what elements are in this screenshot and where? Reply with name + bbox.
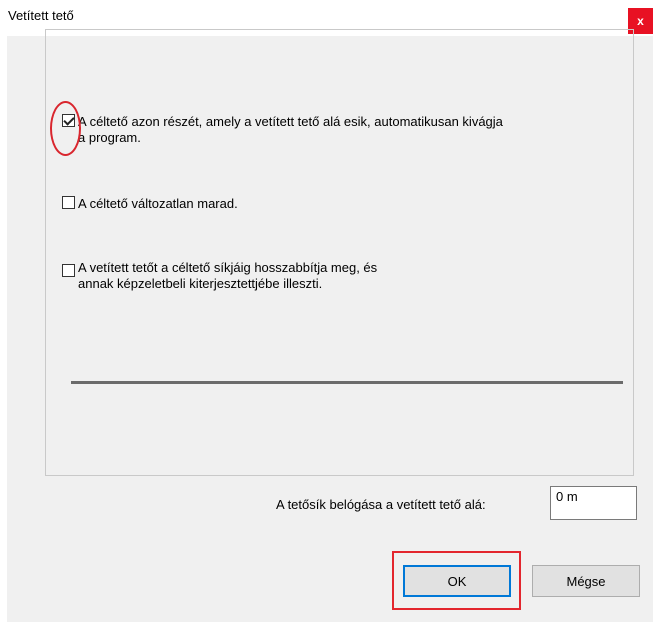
- checkbox-unchanged[interactable]: [62, 196, 75, 209]
- option-unchanged[interactable]: A céltető változatlan marad.: [62, 196, 238, 212]
- option-extend-label: A vetített tetőt a céltető síkjáig hossz…: [78, 260, 378, 291]
- option-extend[interactable]: A vetített tetőt a céltető síkjáig hossz…: [62, 260, 377, 292]
- annotation-circle: [50, 101, 81, 156]
- separator-line: [71, 381, 623, 384]
- cancel-button[interactable]: Mégse: [532, 565, 640, 597]
- option-auto-cut-label: A céltető azon részét, amely a vetített …: [78, 114, 503, 145]
- checkbox-extend[interactable]: [62, 264, 75, 277]
- ok-button[interactable]: OK: [403, 565, 511, 597]
- option-unchanged-label: A céltető változatlan marad.: [78, 196, 238, 211]
- option-auto-cut[interactable]: A céltető azon részét, amely a vetített …: [62, 114, 503, 146]
- window-title: Vetített tető: [8, 8, 74, 23]
- depth-input[interactable]: 0 m: [550, 486, 637, 520]
- options-group: [45, 29, 634, 476]
- depth-label: A tetősík belógása a vetített tető alá:: [276, 497, 486, 512]
